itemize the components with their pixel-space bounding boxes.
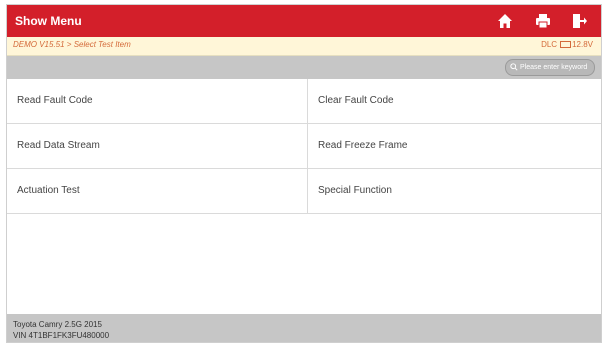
search-placeholder: Please enter keyword	[520, 64, 588, 71]
vehicle-info-bar: Toyota Camry 2.5G 2015 VIN 4T1BF1FK3FU48…	[7, 314, 601, 342]
menu-item-read-data-stream[interactable]: Read Data Stream	[7, 124, 308, 169]
menu-item-label: Read Fault Code	[17, 95, 93, 106]
breadcrumb-bar: DEMO V15.51 > Select Test Item DLC 12.8V	[7, 37, 601, 56]
exit-icon[interactable]	[569, 12, 589, 30]
menu-item-label: Read Freeze Frame	[318, 140, 408, 151]
vehicle-name: Toyota Camry 2.5G 2015	[13, 320, 102, 329]
search-bar: Please enter keyword	[7, 56, 601, 79]
connection-status: DLC 12.8V	[541, 40, 593, 49]
menu-item-read-freeze-frame[interactable]: Read Freeze Frame	[308, 124, 601, 169]
voltage-value: 12.8V	[572, 40, 593, 49]
print-icon[interactable]	[533, 12, 553, 30]
page-title: Show Menu	[15, 14, 82, 28]
search-icon	[510, 63, 518, 71]
menu-item-clear-fault-code[interactable]: Clear Fault Code	[308, 79, 601, 124]
battery-icon	[560, 41, 572, 49]
app-window: Show Menu DEMO V15.51 > Select Test Item…	[6, 4, 602, 343]
vehicle-vin: VIN 4T1BF1FK3FU480000	[13, 331, 110, 340]
menu-item-special-function[interactable]: Special Function	[308, 169, 601, 214]
menu-item-label: Special Function	[318, 185, 392, 196]
menu-item-label: Read Data Stream	[17, 140, 100, 151]
breadcrumb: DEMO V15.51 > Select Test Item	[13, 40, 131, 49]
menu-item-read-fault-code[interactable]: Read Fault Code	[7, 79, 308, 124]
search-input[interactable]: Please enter keyword	[505, 59, 595, 76]
dlc-label: DLC	[541, 40, 558, 49]
menu-item-label: Clear Fault Code	[318, 95, 394, 106]
menu-item-label: Actuation Test	[17, 185, 80, 196]
menu-grid: Read Fault Code Clear Fault Code Read Da…	[7, 79, 601, 214]
title-bar: Show Menu	[7, 5, 601, 37]
home-icon[interactable]	[495, 12, 515, 30]
menu-item-actuation-test[interactable]: Actuation Test	[7, 169, 308, 214]
